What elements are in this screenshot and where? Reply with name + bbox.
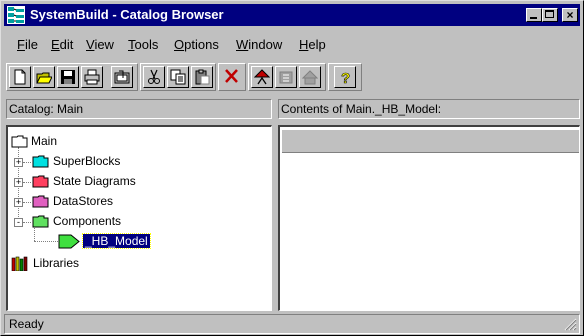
cut-button[interactable] bbox=[143, 66, 165, 88]
toolbar-group-navigate bbox=[248, 63, 326, 91]
tree-item-main[interactable]: Main bbox=[10, 133, 210, 151]
expand-toggle[interactable]: + bbox=[14, 178, 23, 187]
print-button[interactable] bbox=[81, 66, 103, 88]
status-text: Ready bbox=[9, 317, 44, 331]
save-button[interactable] bbox=[57, 66, 79, 88]
tree-item-libraries[interactable]: Libraries bbox=[10, 255, 210, 273]
tree-item-label: State Diagrams bbox=[53, 174, 136, 188]
menu-file[interactable]: File bbox=[17, 37, 38, 52]
home-disabled-button[interactable] bbox=[299, 66, 321, 88]
tree-connector bbox=[23, 202, 31, 204]
tree-item-hb-model[interactable]: _HB_Model bbox=[10, 233, 210, 251]
toolbar-group-file bbox=[6, 63, 138, 91]
expand-toggle[interactable]: + bbox=[14, 158, 23, 167]
catalog-browser-window: SystemBuild - Catalog Browser × File Edi… bbox=[0, 0, 584, 336]
tree-item-state-diagrams[interactable]: + State Diagrams bbox=[10, 173, 210, 191]
contents-list[interactable] bbox=[278, 125, 580, 311]
tree-connector bbox=[23, 182, 31, 184]
import-icon bbox=[114, 70, 130, 84]
tree-connector bbox=[23, 222, 31, 224]
open-button[interactable] bbox=[33, 66, 55, 88]
systembuild-app-icon bbox=[7, 6, 25, 24]
tree-item-label: Components bbox=[53, 214, 122, 228]
menu-view[interactable]: View bbox=[86, 37, 114, 52]
collapse-toggle[interactable]: - bbox=[14, 218, 23, 227]
copy-icon bbox=[170, 69, 186, 85]
tree-item-label: SuperBlocks bbox=[53, 154, 121, 168]
tree-item-datastores[interactable]: + DataStores bbox=[10, 193, 210, 211]
menu-edit[interactable]: Edit bbox=[51, 37, 73, 52]
hierarchy-icon bbox=[254, 69, 270, 85]
help-icon: ? bbox=[341, 70, 351, 85]
tree-item-superblocks[interactable]: + SuperBlocks bbox=[10, 153, 210, 171]
green-arrow-icon bbox=[58, 234, 80, 249]
tree-item-label: DataStores bbox=[53, 194, 114, 208]
tree-item-label: Libraries bbox=[33, 256, 80, 270]
magenta-folder-icon bbox=[32, 195, 49, 208]
toolbar-group-help: ? bbox=[328, 63, 362, 91]
books-icon bbox=[11, 256, 28, 271]
menu-tools[interactable]: Tools bbox=[128, 37, 158, 52]
tree-item-label: Main bbox=[31, 134, 58, 148]
help-button[interactable]: ? bbox=[334, 66, 356, 88]
green-folder-icon bbox=[32, 215, 49, 228]
close-button[interactable]: × bbox=[562, 8, 578, 22]
home-disabled-icon bbox=[302, 70, 318, 85]
hierarchy-button[interactable] bbox=[251, 66, 273, 88]
contents-pane-header: Contents of Main._HB_Model: bbox=[278, 99, 580, 119]
catalog-pane-header: Catalog: Main bbox=[6, 99, 272, 119]
hierarchy-disabled-button[interactable] bbox=[275, 66, 297, 88]
svg-text:?: ? bbox=[341, 70, 350, 85]
open-folder-icon bbox=[11, 135, 28, 148]
toolbar-group-edit bbox=[140, 63, 216, 91]
cyan-folder-icon bbox=[32, 155, 49, 168]
tree-item-components[interactable]: - Components bbox=[10, 213, 210, 231]
menu-window[interactable]: Window bbox=[236, 37, 282, 52]
delete-button[interactable] bbox=[221, 66, 243, 88]
maximize-button[interactable] bbox=[542, 8, 558, 22]
open-icon bbox=[36, 72, 52, 84]
maximize-icon bbox=[545, 10, 554, 18]
status-bar: Ready bbox=[4, 314, 580, 334]
new-button[interactable] bbox=[9, 66, 31, 88]
print-icon bbox=[84, 69, 100, 85]
menu-help[interactable]: Help bbox=[299, 37, 326, 52]
hierarchy-disabled-icon bbox=[279, 71, 293, 84]
window-title: SystemBuild - Catalog Browser bbox=[30, 7, 224, 22]
cut-icon bbox=[148, 69, 160, 84]
tree-item-label-selected: _HB_Model bbox=[82, 233, 151, 249]
catalog-tree[interactable]: Main + SuperBlocks + State Diagrams + Da… bbox=[6, 125, 272, 311]
paste-button[interactable] bbox=[191, 66, 213, 88]
menu-options[interactable]: Options bbox=[174, 37, 219, 52]
menu-bar: File Edit View Tools Options Window Help bbox=[4, 37, 580, 55]
paste-icon bbox=[195, 69, 210, 85]
red-folder-icon bbox=[32, 175, 49, 188]
copy-button[interactable] bbox=[167, 66, 189, 88]
title-bar[interactable]: SystemBuild - Catalog Browser × bbox=[4, 4, 580, 26]
toolbar-group-delete bbox=[218, 63, 246, 91]
resize-grip-icon[interactable] bbox=[563, 317, 577, 331]
new-icon bbox=[14, 69, 26, 85]
save-icon bbox=[61, 70, 75, 84]
close-icon: × bbox=[566, 8, 574, 22]
minimize-button[interactable] bbox=[526, 8, 542, 22]
expand-toggle[interactable]: + bbox=[14, 198, 23, 207]
contents-column-header[interactable] bbox=[282, 129, 579, 153]
import-button[interactable] bbox=[111, 66, 133, 88]
delete-icon bbox=[225, 69, 238, 83]
tree-connector bbox=[23, 162, 31, 164]
minimize-icon bbox=[530, 17, 537, 19]
